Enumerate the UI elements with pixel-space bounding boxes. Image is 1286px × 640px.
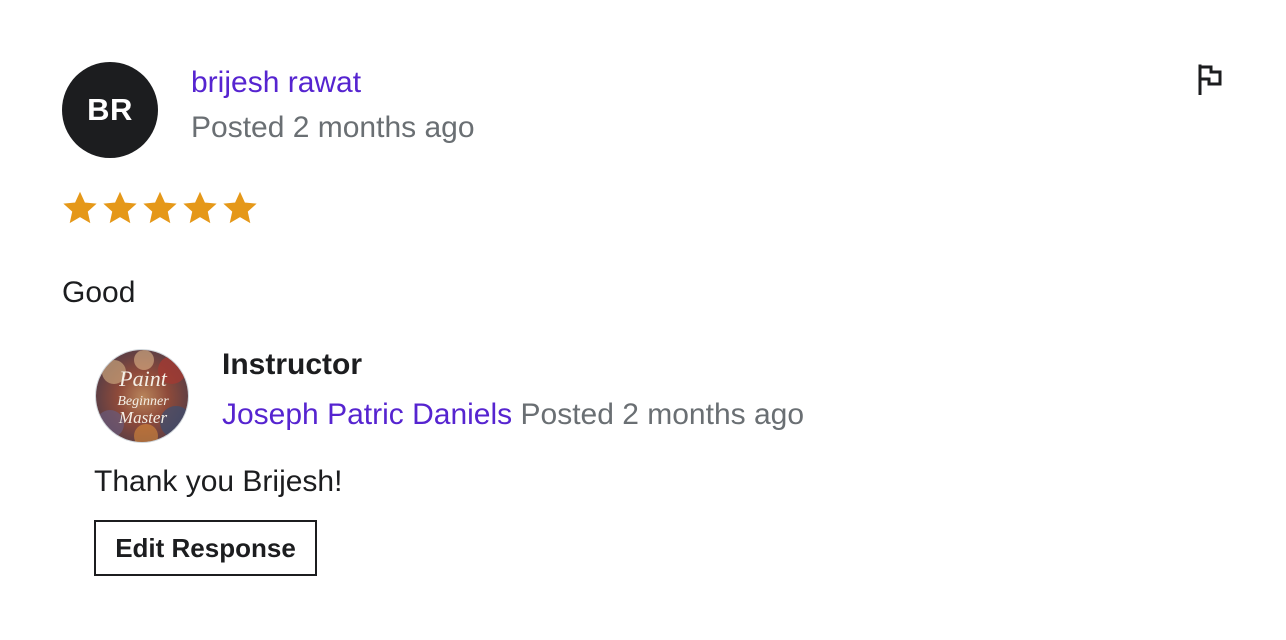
review-card: BR brijesh rawat Posted 2 months ago Goo… bbox=[0, 0, 1286, 640]
instructor-role-label: Instructor bbox=[222, 348, 363, 381]
star-icon bbox=[143, 191, 177, 224]
avatar-paint-text: Paint bbox=[118, 366, 168, 391]
report-flag-button[interactable] bbox=[1190, 60, 1228, 98]
instructor-name-link[interactable]: Joseph Patric Daniels bbox=[222, 398, 512, 431]
instructor-byline: Joseph Patric Daniels Posted 2 months ag… bbox=[222, 398, 804, 432]
star-icon bbox=[223, 191, 257, 224]
star-icon bbox=[183, 191, 217, 224]
instructor-avatar: Paint Beginner Master bbox=[95, 349, 189, 443]
response-text: Thank you Brijesh! bbox=[94, 465, 343, 498]
flag-icon bbox=[1198, 64, 1222, 95]
instructor-avatar-image: Paint Beginner Master bbox=[96, 350, 188, 442]
reviewer-name-link[interactable]: brijesh rawat bbox=[191, 66, 361, 100]
avatar-beginner-text: Beginner bbox=[117, 394, 169, 409]
edit-response-button[interactable]: Edit Response bbox=[94, 520, 317, 576]
star-icon bbox=[63, 191, 97, 224]
star-rating bbox=[62, 190, 258, 226]
avatar-master-text: Master bbox=[118, 408, 168, 427]
reviewer-posted-date: Posted 2 months ago bbox=[191, 111, 475, 144]
star-icon bbox=[103, 191, 137, 224]
reviewer-initials: BR bbox=[87, 92, 133, 127]
instructor-posted-date: Posted 2 months ago bbox=[520, 398, 805, 431]
reviewer-avatar: BR bbox=[62, 62, 158, 158]
review-text: Good bbox=[62, 276, 136, 309]
